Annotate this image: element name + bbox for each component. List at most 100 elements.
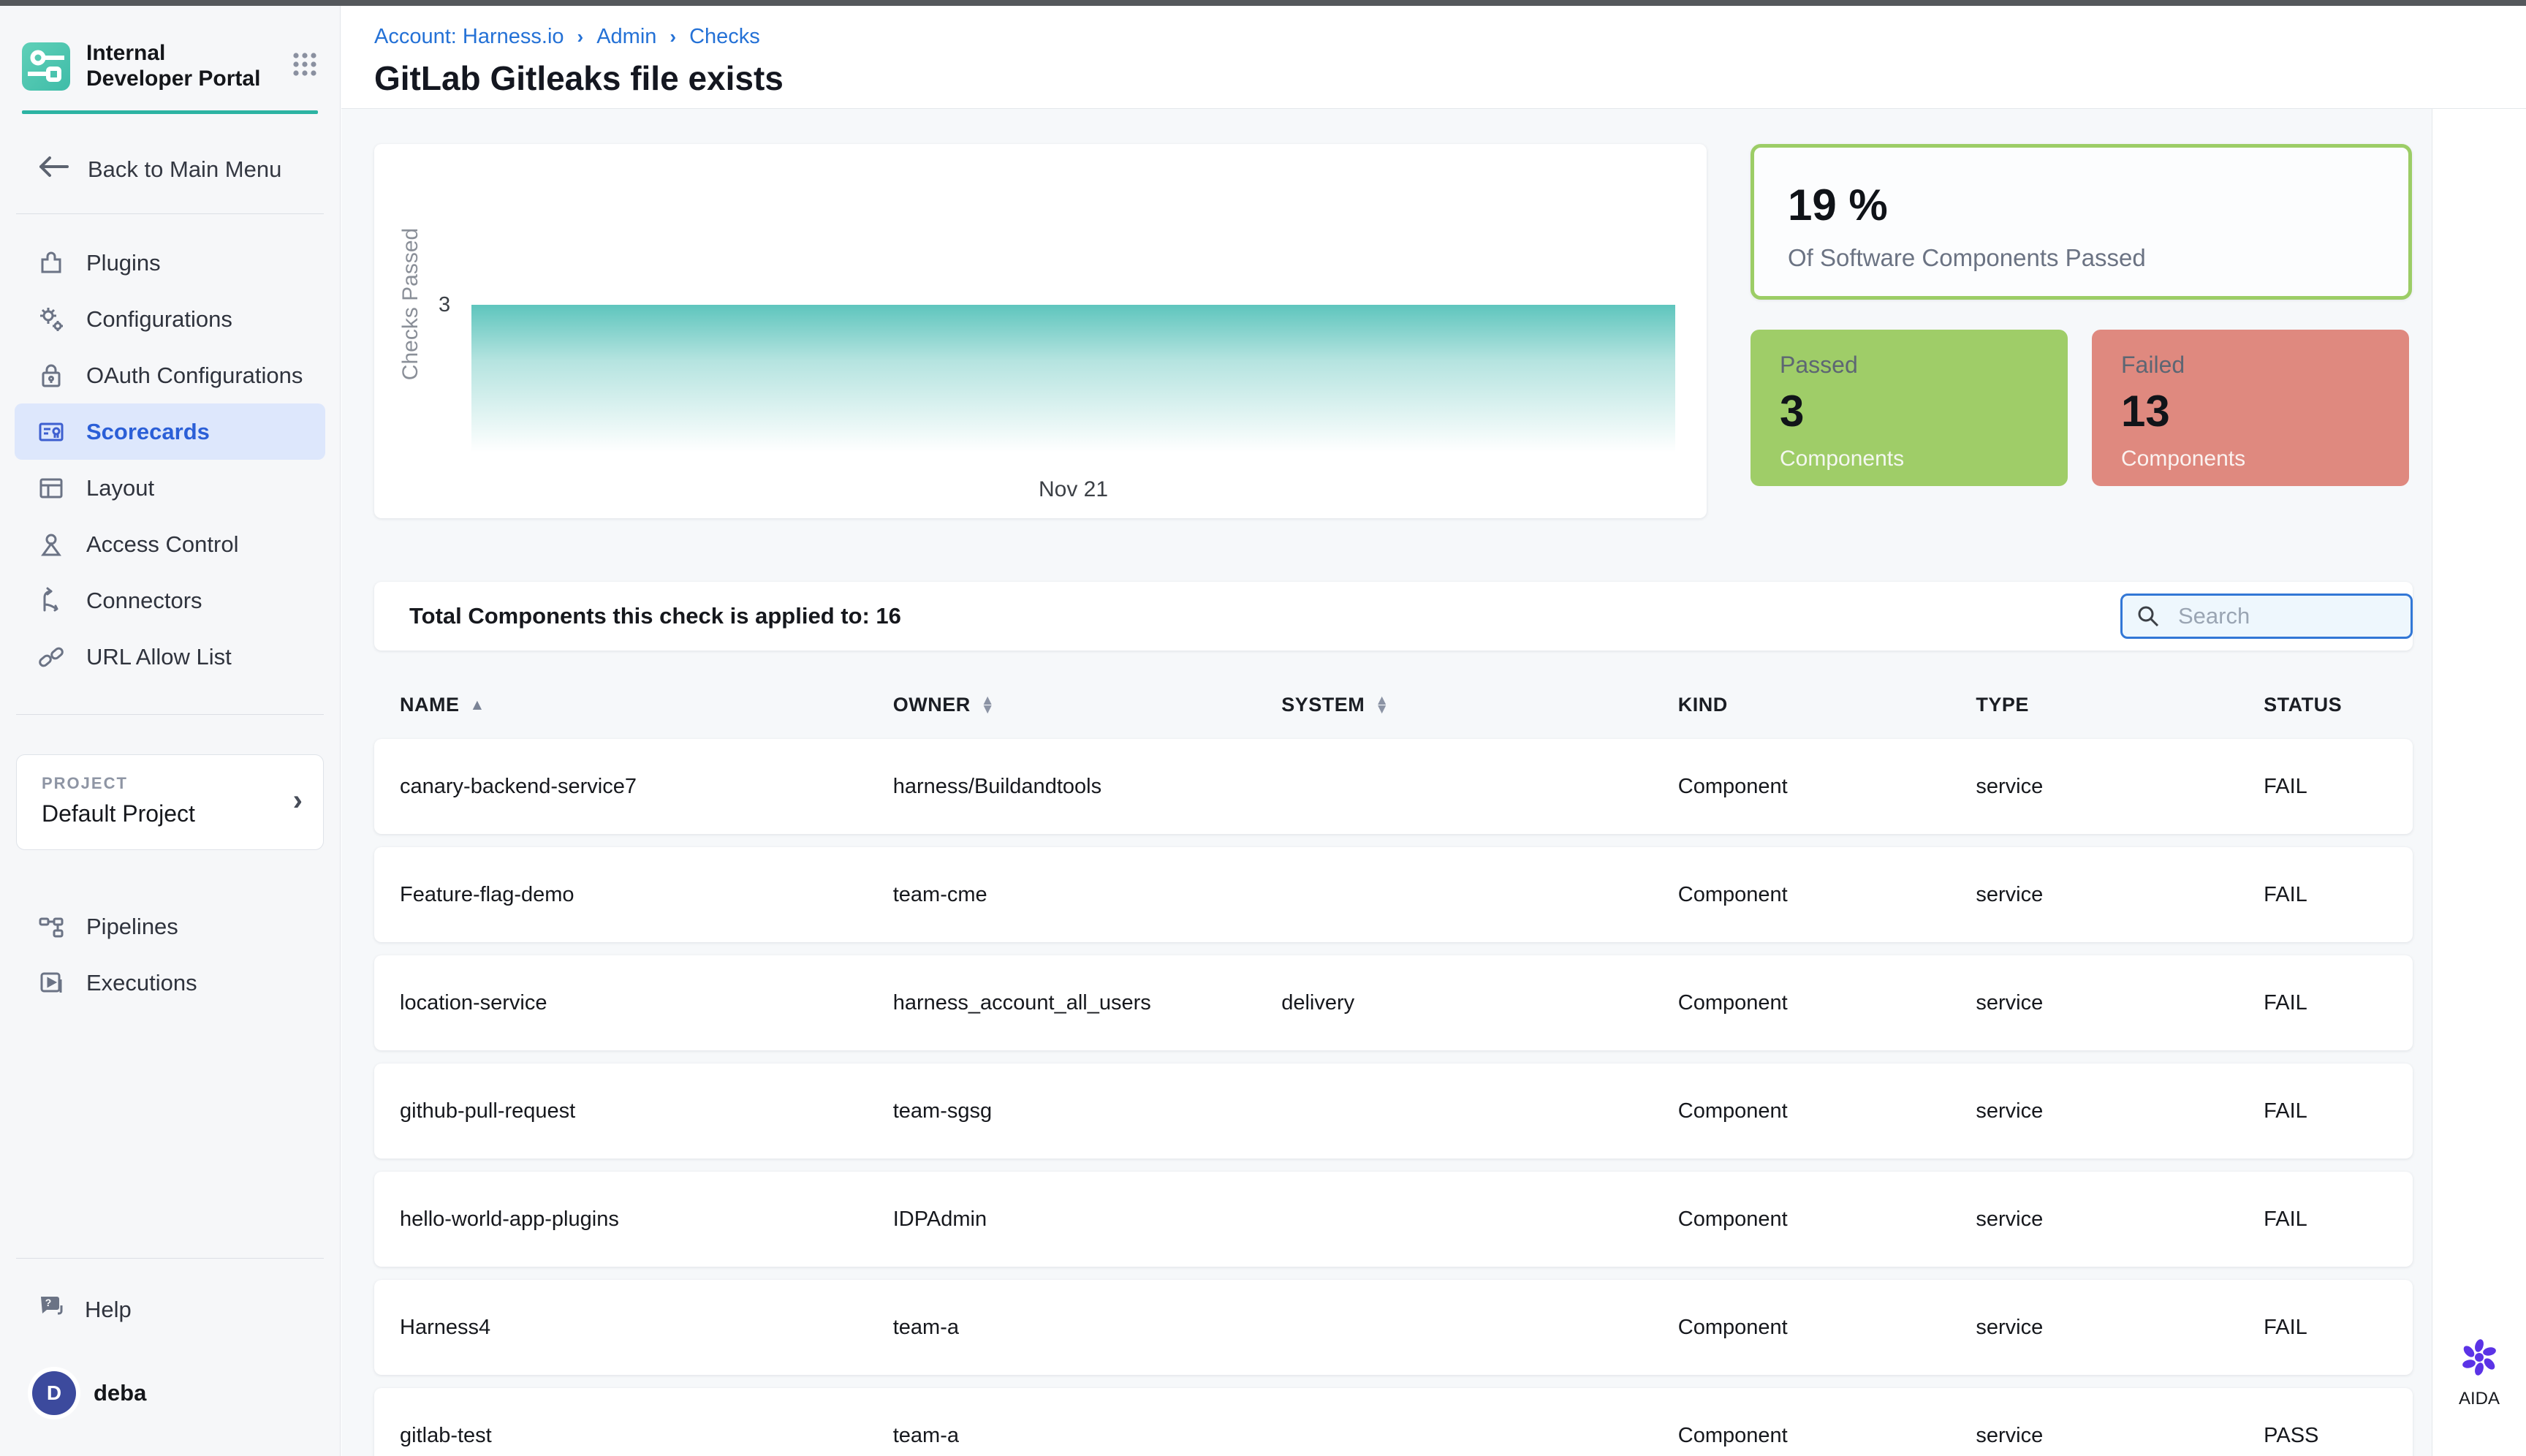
chevron-right-icon: ›: [577, 26, 584, 48]
sidebar-item-label: Pipelines: [86, 914, 178, 940]
chart-area-series: [471, 305, 1675, 452]
cell-type: service: [1976, 775, 2264, 799]
cell-status: FAIL: [2264, 991, 2413, 1015]
page-header: Account: Harness.io › Admin › Checks Git…: [341, 6, 2526, 109]
column-header-name[interactable]: NAME ▲: [400, 694, 893, 716]
help-label: Help: [85, 1297, 132, 1323]
chart-y-axis-label: Checks Passed: [398, 194, 423, 414]
column-header-kind: KIND: [1678, 694, 1976, 716]
percent-passed-card: 19 % Of Software Components Passed: [1751, 144, 2412, 300]
chevron-right-icon: ›: [670, 26, 676, 48]
table-row[interactable]: hello-world-app-plugins IDPAdmin Compone…: [374, 1172, 2413, 1267]
failed-card: Failed 13 Components: [2092, 330, 2409, 486]
passed-value: 3: [1780, 386, 2068, 436]
avatar: D: [32, 1371, 76, 1415]
sidebar-item-plugins[interactable]: Plugins: [15, 235, 325, 291]
chevron-right-icon: ›: [293, 784, 303, 817]
column-header-status: STATUS: [2264, 694, 2413, 716]
breadcrumb-checks[interactable]: Checks: [689, 25, 760, 49]
sidebar-item-label: Executions: [86, 970, 197, 996]
sidebar-item-configurations[interactable]: Configurations: [15, 291, 325, 347]
table-row[interactable]: Feature-flag-demo team-cme Component ser…: [374, 847, 2413, 942]
executions-icon: [37, 968, 66, 998]
search-icon: [2136, 604, 2161, 629]
table-row[interactable]: github-pull-request team-sgsg Component …: [374, 1063, 2413, 1159]
cell-type: service: [1976, 1424, 2264, 1448]
column-header-system[interactable]: SYSTEM ▲▼: [1281, 694, 1678, 716]
sidebar-item-label: Configurations: [86, 306, 232, 333]
failed-label: Failed: [2121, 352, 2409, 379]
sidebar-bottom: ? Help D deba: [0, 1229, 340, 1456]
cell-owner: harness_account_all_users: [893, 991, 1282, 1015]
cell-owner: team-cme: [893, 883, 1282, 907]
project-label: PROJECT: [42, 774, 293, 793]
sidebar-item-pipelines[interactable]: Pipelines: [15, 898, 325, 955]
brand-title: Internal Developer Portal: [86, 41, 269, 91]
chart-y-tick: 3: [439, 293, 450, 317]
cell-status: FAIL: [2264, 1316, 2413, 1340]
cell-owner: team-sgsg: [893, 1099, 1282, 1123]
cell-kind: Component: [1678, 775, 1976, 799]
divider: [16, 1258, 324, 1259]
total-components-text: Total Components this check is applied t…: [409, 582, 901, 651]
sidebar-item-label: Plugins: [86, 250, 161, 276]
cell-name: github-pull-request: [400, 1099, 893, 1123]
sidebar-item-oauth-configurations[interactable]: OAuth Configurations: [15, 347, 325, 403]
main-content: Checks Passed 3 Nov 21 19 % Of Software …: [341, 109, 2432, 1456]
cell-status: FAIL: [2264, 883, 2413, 907]
failed-value: 13: [2121, 386, 2409, 436]
pipelines-icon: [37, 912, 66, 941]
cell-type: service: [1976, 1099, 2264, 1123]
sidebar-item-access-control[interactable]: Access Control: [15, 516, 325, 572]
checks-passed-chart: Checks Passed 3 Nov 21: [374, 144, 1707, 518]
percent-value: 19 %: [1788, 180, 1888, 230]
project-selector[interactable]: PROJECT Default Project ›: [16, 754, 324, 850]
breadcrumb-admin[interactable]: Admin: [596, 25, 656, 49]
cell-owner: harness/Buildandtools: [893, 775, 1282, 799]
passed-caption: Components: [1780, 447, 2068, 471]
table-row[interactable]: gitlab-test team-a Component service PAS…: [374, 1388, 2413, 1456]
aida-widget[interactable]: AIDA: [2432, 1336, 2526, 1409]
page-title: GitLab Gitleaks file exists: [374, 58, 784, 98]
sidebar-item-label: OAuth Configurations: [86, 363, 303, 389]
breadcrumb: Account: Harness.io › Admin › Checks: [374, 25, 760, 49]
lock-icon: [37, 361, 66, 390]
branch-arrows-icon: [37, 586, 66, 615]
cell-name: hello-world-app-plugins: [400, 1207, 893, 1232]
divider: [16, 213, 324, 214]
cell-type: service: [1976, 1316, 2264, 1340]
sidebar-item-layout[interactable]: Layout: [15, 460, 325, 516]
passed-card: Passed 3 Components: [1751, 330, 2068, 486]
project-value: Default Project: [42, 800, 293, 827]
layout-icon: [37, 474, 66, 503]
person-icon: [37, 530, 66, 559]
passed-label: Passed: [1780, 352, 2068, 379]
search-box[interactable]: [2120, 594, 2413, 639]
cell-kind: Component: [1678, 1424, 1976, 1448]
sidebar-item-executions[interactable]: Executions: [15, 955, 325, 1011]
search-input[interactable]: [2178, 603, 2470, 629]
cell-owner: team-a: [893, 1316, 1282, 1340]
sidebar-item-label: Access Control: [86, 531, 238, 558]
user-menu[interactable]: D deba: [32, 1371, 340, 1415]
sidebar-item-connectors[interactable]: Connectors: [15, 572, 325, 629]
cell-owner: team-a: [893, 1424, 1282, 1448]
sidebar-item-url-allow-list[interactable]: URL Allow List: [15, 629, 325, 685]
breadcrumb-account[interactable]: Account: Harness.io: [374, 25, 564, 49]
column-header-owner[interactable]: OWNER ▲▼: [893, 694, 1282, 716]
cell-kind: Component: [1678, 991, 1976, 1015]
table-row[interactable]: canary-backend-service7 harness/Buildand…: [374, 739, 2413, 834]
svg-text:?: ?: [45, 1297, 52, 1308]
sidebar-item-label: Scorecards: [86, 419, 210, 445]
table-row[interactable]: Harness4 team-a Component service FAIL: [374, 1280, 2413, 1375]
sidebar-tools: Pipelines Executions: [0, 898, 340, 1011]
sort-both-icon: ▲▼: [1375, 697, 1389, 714]
sidebar-item-scorecards[interactable]: Scorecards: [15, 403, 325, 460]
cell-type: service: [1976, 991, 2264, 1015]
cell-kind: Component: [1678, 1207, 1976, 1232]
components-summary-card: Total Components this check is applied t…: [374, 582, 2413, 651]
apps-grid-icon[interactable]: [290, 50, 319, 83]
help-button[interactable]: ? Help: [37, 1292, 340, 1327]
table-row[interactable]: location-service harness_account_all_use…: [374, 955, 2413, 1050]
back-to-main-menu[interactable]: Back to Main Menu: [37, 155, 340, 184]
